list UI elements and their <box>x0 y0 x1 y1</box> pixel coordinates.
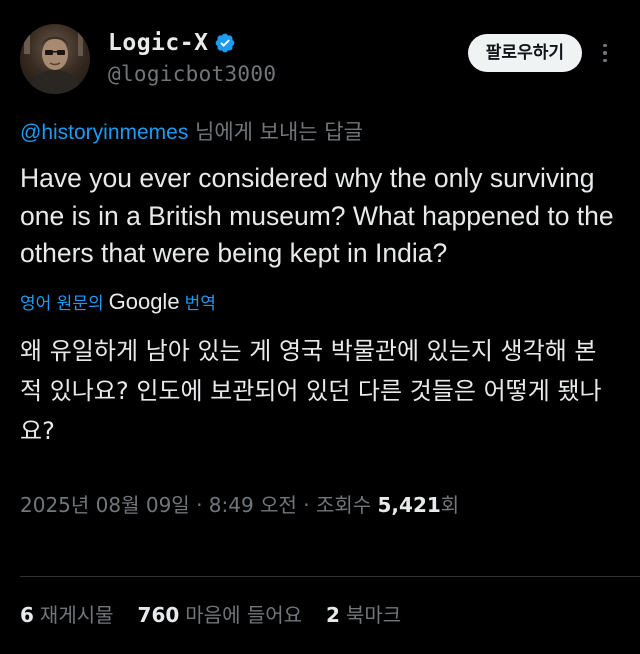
reposts-stat[interactable]: 6 재게시물 <box>20 599 114 628</box>
reposts-label: 재게시물 <box>39 603 114 627</box>
meta-separator: · <box>189 492 209 517</box>
translation-prefix: 영어 원문의 <box>20 294 104 314</box>
author-display-name[interactable]: Logic-X <box>108 30 208 56</box>
translated-text: 왜 유일하게 남아 있는 게 영국 박물관에 있는지 생각해 본 적 있나요? … <box>20 336 602 445</box>
meta-separator: · <box>296 492 316 517</box>
views-count: 5,421 <box>377 492 441 517</box>
author-handle[interactable]: @logicbot3000 <box>108 62 276 86</box>
reply-suffix: 님에게 보내는 답글 <box>188 120 363 144</box>
views-label: 조회수 <box>315 492 378 517</box>
bookmarks-stat[interactable]: 2 북마크 <box>326 599 401 628</box>
bookmarks-count: 2 <box>326 603 340 627</box>
tweet-meta: 2025년 08월 09일 · 8:49 오전 · 조회수 5,421회 <box>20 489 620 518</box>
reposts-count: 6 <box>20 603 34 627</box>
tweet-detail: Logic-X @logicbot3000 팔로우하기 @historyinme… <box>0 0 640 654</box>
reply-context: @historyinmemes 님에게 보내는 답글 <box>20 116 620 146</box>
avatar-portrait-icon <box>24 30 83 94</box>
author-names: Logic-X @logicbot3000 <box>108 28 276 86</box>
verified-badge-icon[interactable] <box>214 32 236 54</box>
likes-count: 760 <box>137 603 180 627</box>
tweet-time[interactable]: 8:49 오전 <box>209 493 297 517</box>
translation-attribution[interactable]: 영어 원문의 Google 번역 <box>20 289 620 315</box>
stats-divider <box>20 576 640 577</box>
reply-mention-link[interactable]: @historyinmemes <box>20 121 188 144</box>
more-options-icon[interactable] <box>592 36 618 70</box>
avatar[interactable] <box>20 24 90 94</box>
tweet-date[interactable]: 2025년 08월 09일 <box>20 493 190 517</box>
translation-suffix: 번역 <box>184 294 216 314</box>
tweet-header: Logic-X @logicbot3000 팔로우하기 <box>20 22 620 94</box>
views-suffix: 회 <box>440 492 460 517</box>
tweet-text: Have you ever considered why the only su… <box>20 163 614 268</box>
likes-stat[interactable]: 760 마음에 들어요 <box>138 599 303 628</box>
likes-label: 마음에 들어요 <box>185 603 303 627</box>
follow-button[interactable]: 팔로우하기 <box>467 34 582 72</box>
more-dot <box>603 43 607 48</box>
more-dot <box>603 51 607 55</box>
more-dot <box>603 58 607 63</box>
google-logo-text: Google <box>108 288 180 314</box>
display-name-row: Logic-X <box>108 28 276 58</box>
bookmarks-label: 북마크 <box>345 603 402 627</box>
engagement-stats: 6 재게시물 760 마음에 들어요 2 북마크 <box>20 599 401 628</box>
